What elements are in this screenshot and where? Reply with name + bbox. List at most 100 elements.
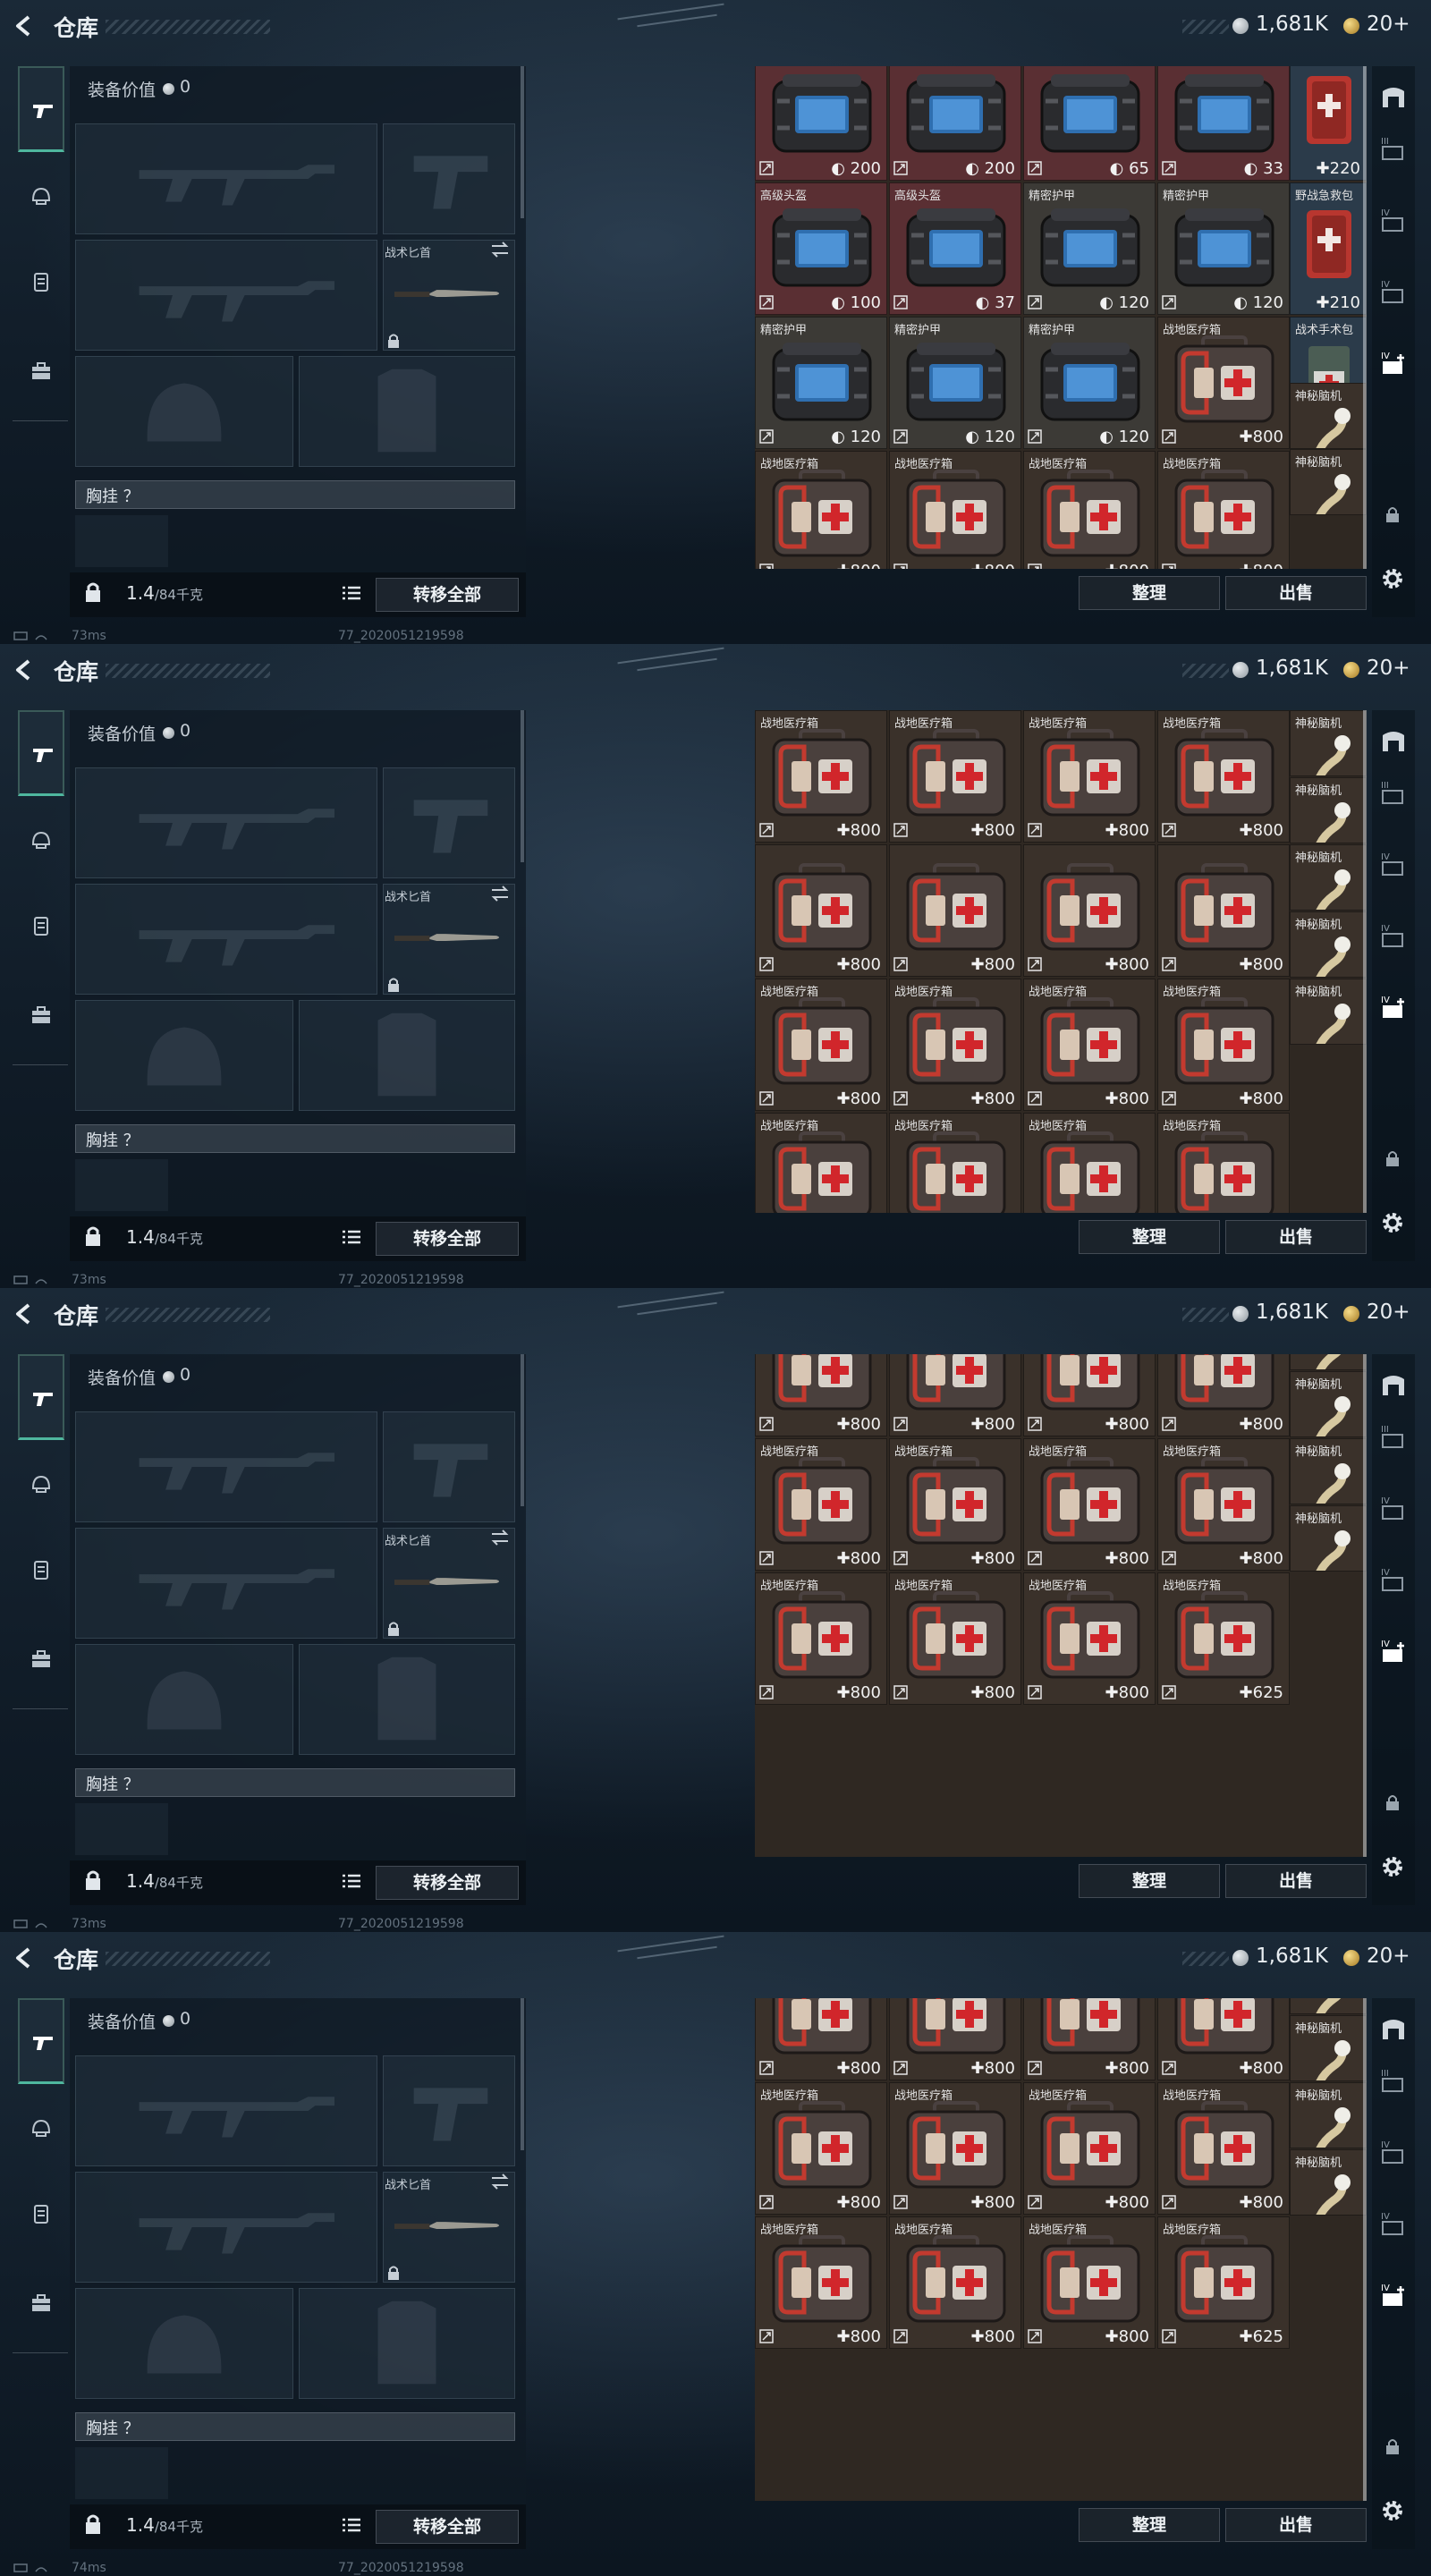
stash-item[interactable]: 精密护甲 ◐ 120 xyxy=(1157,182,1290,315)
lock-icon[interactable] xyxy=(1384,1149,1401,1167)
chest-rig-header[interactable] xyxy=(75,2412,515,2441)
chest-rig-slot[interactable] xyxy=(75,515,168,567)
chest-rig-header[interactable] xyxy=(75,1124,515,1153)
armor-slot[interactable] xyxy=(299,356,515,467)
stash-item[interactable]: 战地医疗箱✚800 xyxy=(889,1998,1021,2080)
chest-rig-slot[interactable] xyxy=(75,2447,168,2499)
sort-button[interactable]: 整理 xyxy=(1079,2508,1220,2542)
armor-slot[interactable] xyxy=(299,2288,515,2399)
stash-home-icon[interactable] xyxy=(1377,1370,1410,1401)
gold-currency-amount[interactable]: 20+ xyxy=(1367,13,1410,36)
stash-item[interactable]: 战地医疗箱✚800 xyxy=(1023,710,1156,843)
stash-item[interactable]: 战地医疗箱✚800 xyxy=(1023,1438,1156,1571)
sidearm-slot[interactable] xyxy=(383,1411,515,1522)
stash-tab-add-icon[interactable]: IV xyxy=(1377,2281,1410,2311)
stash-tab-2-icon[interactable]: IV xyxy=(1377,850,1410,880)
stash-home-icon[interactable] xyxy=(1377,82,1410,113)
lock-icon[interactable] xyxy=(1384,505,1401,523)
gear-icon[interactable] xyxy=(1379,565,1406,592)
stash-tab-add-icon[interactable]: IV xyxy=(1377,1637,1410,1667)
sidearm-slot[interactable] xyxy=(383,123,515,234)
stash-item[interactable]: 战地医疗箱✚800 xyxy=(889,1354,1021,1436)
gold-currency-amount[interactable]: 20+ xyxy=(1367,657,1410,680)
stash-item[interactable]: ✚800 xyxy=(889,844,1021,977)
stash-tab-2-icon[interactable]: IV xyxy=(1377,206,1410,236)
stash-item[interactable]: ✚800 xyxy=(755,844,887,977)
stash-item[interactable]: 战地医疗箱✚800 xyxy=(889,451,1021,569)
stash-item[interactable]: 战地医疗箱✚800 xyxy=(755,979,887,1111)
stash-item[interactable]: 战地医疗箱 ✚625 xyxy=(1157,2216,1290,2349)
stash-scrollbar[interactable] xyxy=(1363,1354,1367,1857)
tab-vest[interactable] xyxy=(18,243,64,329)
stash-item[interactable]: 战地医疗箱✚800 xyxy=(755,451,887,569)
chest-rig-slot[interactable] xyxy=(75,1159,168,1211)
stash-item-narrow[interactable]: 神秘脑机 xyxy=(1290,2149,1367,2216)
stash-item[interactable]: ◐ 200 xyxy=(755,66,887,181)
loadout-scrollbar[interactable] xyxy=(521,710,524,862)
stash-item-narrow[interactable]: 神秘脑机 xyxy=(1290,449,1367,515)
loadout-scrollbar[interactable] xyxy=(521,66,524,218)
stash-item[interactable]: ◐ 65 xyxy=(1023,66,1156,181)
stash-item[interactable]: 精密护甲 ◐ 120 xyxy=(755,317,887,449)
stash-item-narrow[interactable]: 神秘脑机 xyxy=(1290,2015,1367,2081)
tab-backpack[interactable] xyxy=(18,977,64,1063)
lock-icon[interactable] xyxy=(1384,1793,1401,1811)
stash-item[interactable]: 战地医疗箱✚800 xyxy=(755,1572,887,1705)
swap-icon[interactable] xyxy=(490,886,510,902)
swap-icon[interactable] xyxy=(490,2174,510,2190)
transfer-all-button[interactable]: 转移全部 xyxy=(376,578,519,612)
sidearm-slot[interactable] xyxy=(383,2055,515,2166)
helmet-slot[interactable] xyxy=(75,1000,293,1111)
stash-tab-3-icon[interactable]: IV xyxy=(1377,921,1410,952)
stash-item[interactable]: ◐ 200 xyxy=(889,66,1021,181)
tab-helmet[interactable] xyxy=(18,1445,64,1531)
stash-item[interactable]: 精密护甲 ◐ 120 xyxy=(889,317,1021,449)
stash-item[interactable]: 战地医疗箱✚800 xyxy=(889,2082,1021,2215)
stash-item[interactable]: 战地医疗箱✚800 xyxy=(889,1438,1021,1571)
secondary-weapon-slot[interactable] xyxy=(75,240,377,351)
helmet-slot[interactable] xyxy=(75,1644,293,1755)
stash-item-narrow[interactable]: 野战急救包 ✚210 xyxy=(1290,182,1367,315)
transfer-all-button[interactable]: 转移全部 xyxy=(376,1222,519,1256)
tab-weapons[interactable] xyxy=(18,710,64,796)
stash-item[interactable]: 精密护甲 ◐ 120 xyxy=(1023,317,1156,449)
stash-item[interactable]: ◐ 33 xyxy=(1157,66,1290,181)
tab-vest[interactable] xyxy=(18,1531,64,1617)
sort-button[interactable]: 整理 xyxy=(1079,576,1220,610)
gear-icon[interactable] xyxy=(1379,1209,1406,1236)
back-arrow-icon[interactable] xyxy=(13,14,36,38)
tab-vest[interactable] xyxy=(18,887,64,973)
stash-home-icon[interactable] xyxy=(1377,726,1410,757)
tab-weapons[interactable] xyxy=(18,1998,64,2084)
armor-slot[interactable] xyxy=(299,1644,515,1755)
sort-button[interactable]: 整理 xyxy=(1079,1220,1220,1254)
stash-item[interactable]: 战地医疗箱✚800 xyxy=(1023,2082,1156,2215)
stash-item[interactable]: 战地医疗箱✚800 xyxy=(755,1998,887,2080)
list-icon[interactable] xyxy=(342,585,361,601)
stash-item[interactable]: 战地医疗箱✚800 xyxy=(1023,451,1156,569)
secondary-weapon-slot[interactable] xyxy=(75,1528,377,1639)
stash-item[interactable]: 战地医疗箱✚800 xyxy=(889,1572,1021,1705)
chest-rig-slot[interactable] xyxy=(75,1803,168,1855)
stash-tab-add-icon[interactable]: IV xyxy=(1377,349,1410,379)
primary-weapon-slot[interactable] xyxy=(75,1411,377,1522)
stash-item[interactable]: 战地医疗箱 xyxy=(889,1113,1021,1213)
list-icon[interactable] xyxy=(342,1229,361,1245)
back-arrow-icon[interactable] xyxy=(13,1302,36,1326)
gear-icon[interactable] xyxy=(1379,1853,1406,1880)
stash-scrollbar[interactable] xyxy=(1363,1998,1367,2501)
stash-item[interactable]: 战地医疗箱✚800 xyxy=(1157,979,1290,1111)
stash-item[interactable]: 战地医疗箱✚800 xyxy=(889,2216,1021,2349)
stash-item[interactable]: 战地医疗箱✚800 xyxy=(755,710,887,843)
stash-item[interactable]: 战地医疗箱✚800 xyxy=(755,2082,887,2215)
stash-item[interactable]: 战地医疗箱✚800 xyxy=(1157,451,1290,569)
stash-item[interactable]: 精密护甲 ◐ 120 xyxy=(1023,182,1156,315)
primary-weapon-slot[interactable] xyxy=(75,767,377,878)
stash-item-narrow[interactable]: 神秘脑机 xyxy=(1290,1505,1367,1572)
stash-item-narrow[interactable]: 神秘脑机 xyxy=(1290,383,1367,449)
stash-item-narrow[interactable]: 神秘脑机 xyxy=(1290,979,1367,1045)
swap-icon[interactable] xyxy=(490,242,510,258)
stash-item[interactable]: 战地医疗箱✚800 xyxy=(1023,1998,1156,2080)
stash-tab-add-icon[interactable]: IV xyxy=(1377,993,1410,1023)
back-arrow-icon[interactable] xyxy=(13,1946,36,1970)
